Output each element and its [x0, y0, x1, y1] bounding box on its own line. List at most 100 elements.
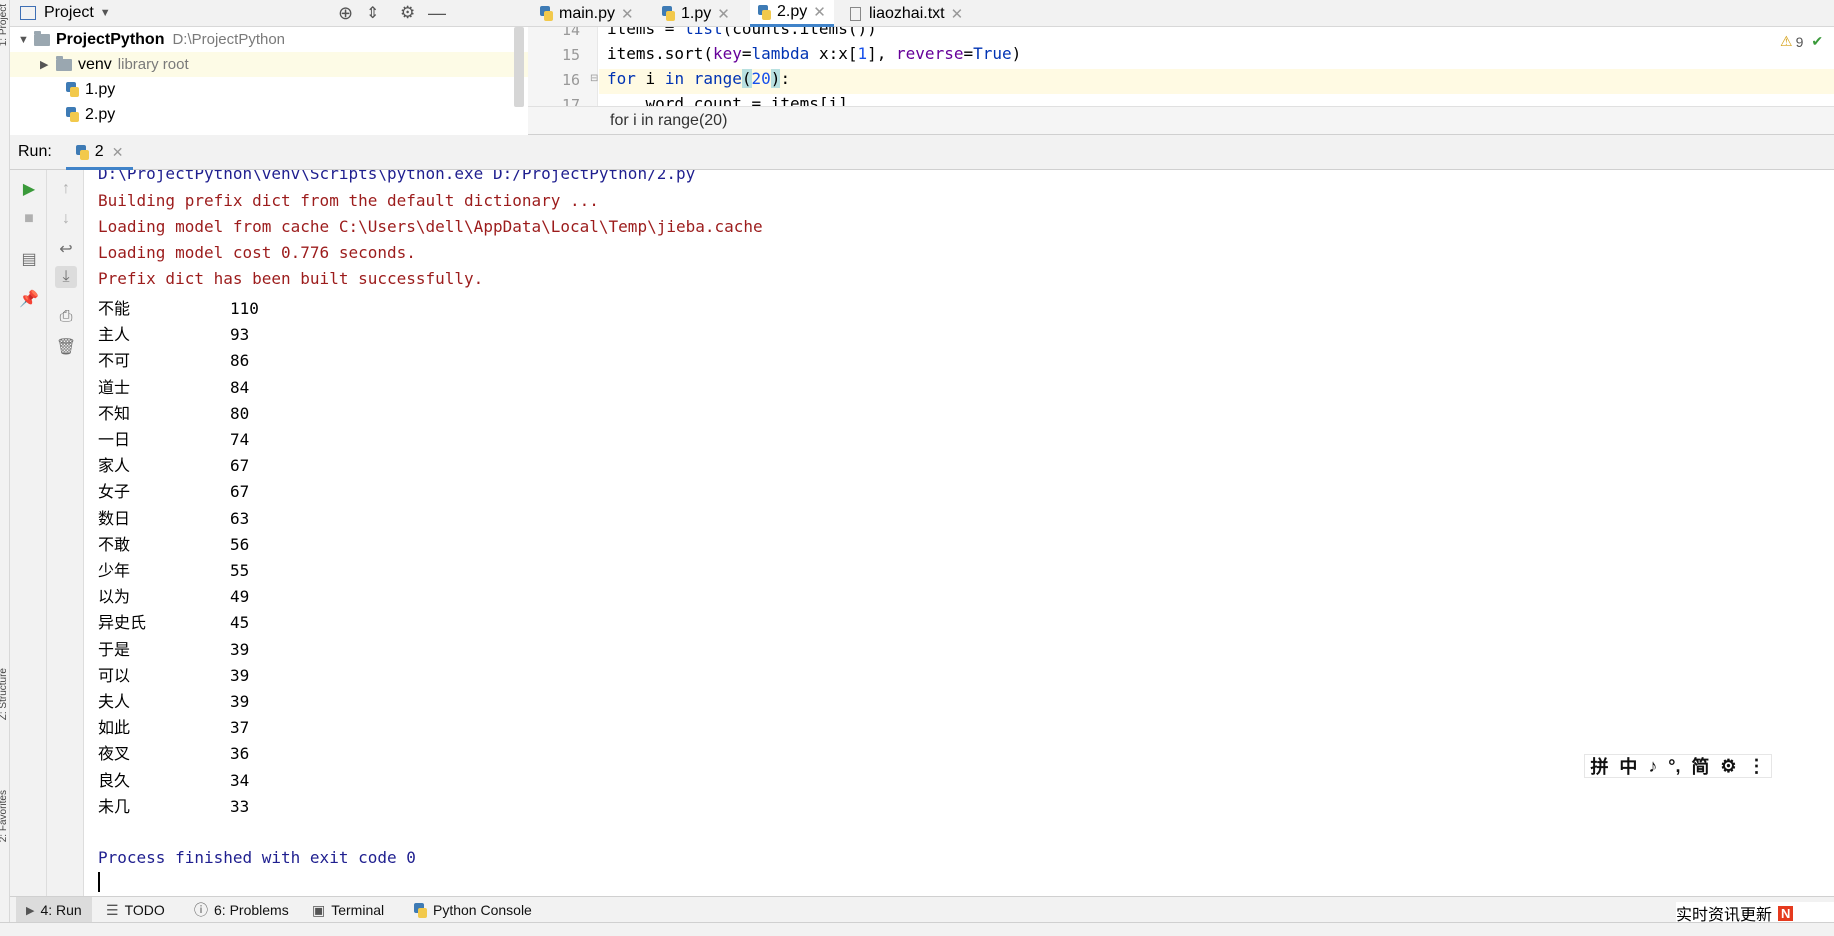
favorites-tool-label[interactable]: 2: Favorites: [0, 790, 10, 842]
scrollbar[interactable]: [514, 27, 524, 107]
tab-todo[interactable]: ☰ TODO: [106, 897, 165, 923]
scroll-to-end-icon[interactable]: ⤓: [55, 266, 77, 288]
code-line-17: word_count = items[i]: [607, 94, 848, 106]
console-command: D:\ProjectPython\venv\Scripts\python.exe…: [98, 170, 696, 183]
project-tool-label[interactable]: 1: Project: [0, 4, 10, 46]
word-count-row: 少年 55: [98, 557, 249, 581]
word-cell: 良久: [98, 770, 131, 790]
count-cell: 74: [230, 430, 250, 449]
project-panel-header: Project ▼ ⊕ ⇕ ⚙ —: [10, 0, 528, 27]
layout-icon[interactable]: ▤: [18, 248, 40, 270]
tab-label: liaozhai.txt: [869, 4, 945, 22]
tab-label: Python Console: [433, 902, 532, 918]
ime-item[interactable]: ⋮: [1747, 756, 1765, 777]
chevron-right-icon[interactable]: ▶: [40, 58, 56, 71]
run-tab[interactable]: 2 ✕: [65, 135, 134, 170]
tab-problems[interactable]: ⓘ 6: Problems: [194, 897, 289, 923]
count-cell: 39: [230, 639, 250, 659]
tree-row-2py[interactable]: 2.py: [10, 102, 528, 127]
ime-item[interactable]: 简: [1691, 753, 1709, 779]
trash-icon[interactable]: 🗑: [55, 336, 77, 358]
collapse-all-icon[interactable]: ⇕: [366, 3, 379, 23]
close-icon[interactable]: ✕: [621, 5, 634, 23]
project-tree: ▼ ProjectPython D:\ProjectPython ▶ venv …: [10, 27, 528, 135]
code-line-14: items = list(counts.items()): [607, 27, 877, 38]
arrow-up-icon[interactable]: ↑: [55, 178, 77, 200]
word-cell: 不能: [98, 299, 131, 318]
code-editor[interactable]: 14 15 16 17 ⊟ items = list(counts.items(…: [528, 27, 1834, 106]
console-log-line: Loading model cost 0.776 seconds.: [98, 243, 416, 262]
code-line-15: items.sort(key=lambda x:x[1], reverse=Tr…: [607, 44, 1022, 63]
print-icon[interactable]: ⎙: [55, 306, 77, 328]
project-panel-title[interactable]: Project: [44, 4, 94, 22]
tab-label: 6: Problems: [214, 902, 289, 918]
gear-icon[interactable]: ⚙: [400, 3, 415, 23]
tree-row-venv[interactable]: ▶ venv library root: [10, 52, 528, 77]
count-cell: 67: [230, 456, 250, 476]
word-count-row: 一日 74: [98, 426, 249, 450]
pin-icon[interactable]: 📌: [18, 288, 40, 310]
word-count-row: 异史氏 45: [98, 609, 249, 633]
ime-item[interactable]: 拼: [1590, 753, 1608, 779]
python-icon: [414, 902, 427, 918]
breadcrumb-item[interactable]: for i in range(20): [610, 112, 727, 130]
ime-item[interactable]: ♪: [1648, 756, 1657, 777]
warning-icon: ⚠: [1780, 33, 1793, 49]
soft-wrap-icon[interactable]: ↩: [55, 238, 77, 260]
close-icon[interactable]: ✕: [813, 3, 826, 21]
tab-run[interactable]: ▶ 4: Run: [16, 897, 92, 923]
word-count-row: 不敢 56: [98, 531, 249, 555]
rerun-icon[interactable]: ▶: [18, 178, 40, 200]
close-icon[interactable]: ✕: [112, 144, 124, 161]
count-cell: 86: [230, 351, 250, 371]
word-count-row: 数日 63: [98, 505, 249, 529]
tab-python-console[interactable]: Python Console: [414, 897, 532, 923]
chevron-down-icon[interactable]: ▼: [100, 7, 111, 19]
stop-icon[interactable]: ■: [18, 208, 40, 230]
news-notification[interactable]: 实时资讯更新 N: [1676, 902, 1834, 924]
count-cell: 67: [230, 482, 250, 502]
tree-row-1py[interactable]: 1.py: [10, 77, 528, 102]
structure-tool-label[interactable]: Z: Structure: [0, 668, 10, 720]
word-count-row: 夜叉 36: [98, 740, 249, 764]
word-count-row: 女子 67: [98, 478, 249, 502]
text-file-icon: [850, 6, 861, 21]
count-cell: 110: [230, 299, 259, 318]
count-cell: 49: [230, 587, 250, 607]
tab-terminal[interactable]: ▣ Terminal: [312, 897, 384, 923]
tab-2-py[interactable]: 2.py ✕: [750, 0, 834, 27]
word-count-row: 主人 93: [98, 321, 249, 345]
tab-label: 4: Run: [40, 902, 82, 918]
word-cell: 数日: [98, 508, 131, 528]
inspection-count: 9: [1795, 33, 1804, 50]
close-icon[interactable]: ✕: [717, 5, 730, 23]
locate-icon[interactable]: ⊕: [338, 3, 353, 24]
word-cell: 一日: [98, 430, 131, 449]
chevron-down-icon[interactable]: ▼: [18, 34, 34, 46]
breadcrumb: for i in range(20): [528, 106, 1834, 135]
list-icon: ☰: [106, 901, 119, 918]
word-cell: 不知: [98, 403, 131, 423]
ime-item[interactable]: °,: [1668, 756, 1680, 777]
inspection-widget[interactable]: ⚠ 9 ✔: [1780, 33, 1823, 50]
count-cell: 63: [230, 508, 250, 528]
hide-icon[interactable]: —: [428, 3, 446, 24]
root-path: D:\ProjectPython: [172, 31, 286, 48]
close-icon[interactable]: ✕: [951, 5, 964, 23]
ime-item[interactable]: ⚙: [1720, 756, 1736, 777]
python-file-icon: [662, 6, 675, 21]
tab-main-py[interactable]: main.py ✕: [540, 0, 634, 27]
fold-icon[interactable]: ⊟: [590, 73, 598, 84]
word-count-row: 道士 84: [98, 374, 249, 398]
python-file-icon: [540, 6, 553, 21]
tree-row-root[interactable]: ▼ ProjectPython D:\ProjectPython: [10, 27, 528, 52]
console-output[interactable]: D:\ProjectPython\venv\Scripts\python.exe…: [84, 170, 1834, 896]
word-cell: 如此: [98, 718, 131, 738]
arrow-down-icon[interactable]: ↓: [55, 208, 77, 230]
tab-liaozhai-txt[interactable]: liaozhai.txt ✕: [850, 0, 963, 27]
count-cell: 45: [230, 613, 250, 633]
news-icon: N: [1778, 905, 1794, 921]
ime-toolbar[interactable]: 拼中 ♪ °, 简 ⚙ ⋮: [1584, 754, 1772, 778]
tab-1-py[interactable]: 1.py ✕: [662, 0, 730, 27]
ime-item[interactable]: 中: [1619, 753, 1637, 779]
